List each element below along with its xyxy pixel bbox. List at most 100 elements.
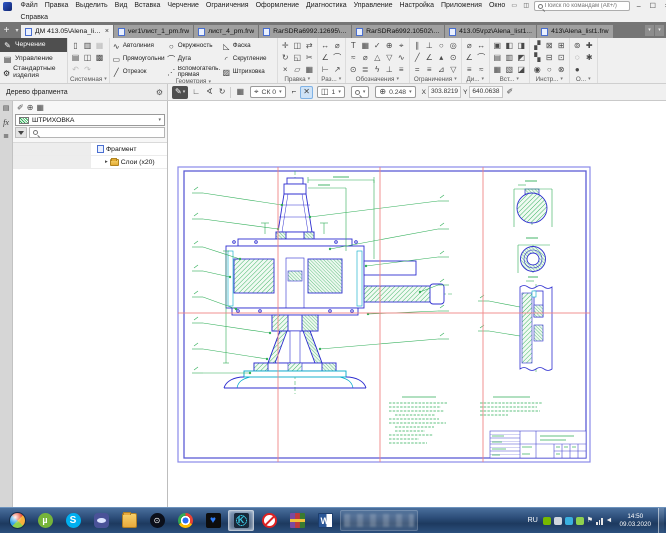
fragment-tree-icon[interactable]: ▤ <box>1 103 12 114</box>
current-style-button[interactable]: ✎ ▾ <box>172 85 189 99</box>
ribbon-tool[interactable]: ○ Окружность <box>167 40 220 52</box>
move-icon[interactable]: ✛ <box>280 40 291 51</box>
insert-table-icon[interactable]: ▦ <box>492 64 503 75</box>
close-button[interactable]: × <box>660 1 666 12</box>
measure-distance-icon[interactable]: ↔ <box>476 40 487 51</box>
align-tool-icon[interactable]: ⊡ <box>556 52 567 63</box>
insert-local-fragment-icon[interactable]: ◨ <box>516 40 527 51</box>
insert-layout-icon[interactable]: ◩ <box>516 52 527 63</box>
tree-row-fragment[interactable]: Фрагмент <box>13 143 167 156</box>
skype-taskbar-button[interactable]: S <box>60 510 86 531</box>
wavy-line-icon[interactable]: ≈ <box>348 52 359 63</box>
equal-constraint-icon[interactable]: = <box>412 64 423 75</box>
kompas-taskbar-button[interactable]: K <box>228 510 254 531</box>
measure-area-icon[interactable]: ≡ <box>464 64 475 75</box>
diameter-sign-icon[interactable]: ⌀ <box>360 52 371 63</box>
grid-toggle-button[interactable]: ▦ <box>234 86 246 99</box>
document-tab[interactable]: ver1\лист_1_pm.frw <box>114 25 194 38</box>
menu-item[interactable]: Оформление <box>252 0 302 12</box>
report-tool-icon[interactable]: ⊚ <box>572 40 583 51</box>
language-indicator[interactable]: RU <box>526 517 540 524</box>
menu-item[interactable]: Вставка <box>131 0 164 12</box>
gear-icon[interactable]: ⚙ <box>156 88 163 97</box>
tab-scroll-button[interactable]: ▾ <box>645 25 654 36</box>
nvidia-tray-icon[interactable] <box>542 516 551 525</box>
ortho-drawing-toggle[interactable]: ✕ <box>300 85 313 99</box>
ribbon-group-label[interactable]: Ди... ▾ <box>464 75 487 83</box>
ribbon-tool[interactable]: ◺ Фаска <box>222 40 275 52</box>
blur-taskbar-button[interactable] <box>340 510 418 531</box>
screen-layout-icon[interactable]: ◫ <box>521 1 532 11</box>
expand-caret-icon[interactable]: ▸ <box>105 159 108 165</box>
tree-search-field[interactable] <box>29 127 165 138</box>
menu-item[interactable]: Диагностика <box>303 0 351 12</box>
redo-icon[interactable]: ↷ <box>82 64 93 75</box>
document-tab[interactable]: лист_4_pm.frw <box>194 25 259 38</box>
ribbon-group-label[interactable]: Геометрия ▾ <box>112 78 275 83</box>
blocked-taskbar-button[interactable] <box>256 510 282 531</box>
utorrent-taskbar-button[interactable]: µ <box>32 510 58 531</box>
ribbon-group-label[interactable]: Обозначения ▾ <box>348 75 407 83</box>
copy-icon[interactable]: ◫ <box>292 40 303 51</box>
zoom-value-combo[interactable]: ⊕ 0.248 ▾ <box>375 86 416 98</box>
vertical-constraint-icon[interactable]: ▽ <box>448 64 459 75</box>
delete-icon[interactable]: × <box>280 64 291 75</box>
ribbon-group-label[interactable]: Инстр... ▾ <box>532 75 567 83</box>
drawing-canvas[interactable] <box>168 101 666 507</box>
menu-item[interactable]: Настройка <box>396 0 437 12</box>
probe-tool-icon[interactable]: ○ <box>544 64 555 75</box>
tree-row-layers[interactable]: ▸ Слои (x20) <box>13 156 167 169</box>
perpendicular-sign-icon[interactable]: ⊥ <box>384 64 395 75</box>
horizontal-constraint-icon[interactable]: ⊿ <box>436 64 447 75</box>
add-layer-icon[interactable]: ⊕ <box>27 103 34 112</box>
layers-list-icon[interactable]: ≣ <box>1 131 12 142</box>
angular-dimension-icon[interactable]: ∠ <box>320 52 331 63</box>
menu-item[interactable]: Справка <box>17 12 51 22</box>
check-curve-icon[interactable]: ≈ <box>476 64 487 75</box>
tree-search-input[interactable] <box>38 129 161 136</box>
concentric-constraint-icon[interactable]: ◎ <box>448 40 459 51</box>
menu-item[interactable]: Вид <box>111 0 131 12</box>
network-tray-icon[interactable] <box>596 517 603 525</box>
datum-icon[interactable]: ⊕ <box>384 40 395 51</box>
ribbon-group-label[interactable]: Раз... ▾ <box>320 75 343 83</box>
angle-constraint-icon[interactable]: ∠ <box>424 52 435 63</box>
weld-sign-icon[interactable]: ▽ <box>384 52 395 63</box>
add-tool-icon[interactable]: ✚ <box>584 40 595 51</box>
start-taskbar-button[interactable] <box>4 510 30 531</box>
document-tab[interactable]: 413\Alena_list1.frw <box>537 25 613 38</box>
volume-tray-icon[interactable]: ◄ <box>606 517 613 525</box>
tab-scroll-button[interactable]: ▾ <box>655 25 664 36</box>
new-document-icon[interactable]: ▯ <box>70 40 81 51</box>
insert-picture-icon[interactable]: ▤ <box>492 52 503 63</box>
mirror-icon[interactable]: ⇄ <box>304 40 315 51</box>
linear-dimension-icon[interactable]: ↔ <box>320 40 331 51</box>
ribbon-group-label[interactable]: Вст... ▾ <box>492 75 527 83</box>
steam-taskbar-button[interactable]: ⊙ <box>144 510 170 531</box>
ribbon-tool[interactable]: ⌒ Дуга <box>167 53 220 65</box>
new-document-button[interactable]: + <box>0 24 13 38</box>
trim-icon[interactable]: ✂ <box>304 52 315 63</box>
discord-taskbar-button[interactable] <box>88 510 114 531</box>
insert-hatch-icon[interactable]: ▧ <box>504 64 515 75</box>
measure-diameter-icon[interactable]: ⌀ <box>464 40 475 51</box>
maximize-button[interactable]: ☐ <box>646 1 660 12</box>
measure-angle-icon[interactable]: ∠ <box>464 52 475 63</box>
rotate-icon[interactable]: ↻ <box>280 52 291 63</box>
pick-point-button[interactable]: ✐ <box>505 86 516 99</box>
document-tab[interactable]: ДМ 413.05\Alena_list.. × <box>21 25 113 38</box>
ribbon-group-label[interactable]: Ограничения ▾ <box>412 75 459 83</box>
app-tray-icon[interactable] <box>553 516 562 525</box>
security-tray-icon[interactable] <box>575 516 584 525</box>
explorer-taskbar-button[interactable] <box>116 510 142 531</box>
clean-tool-icon[interactable]: ⊠ <box>544 40 555 51</box>
winrar-taskbar-button[interactable] <box>284 510 310 531</box>
align-constraint-icon[interactable]: ≡ <box>424 64 435 75</box>
auto-dimension-icon[interactable]: ⊢ <box>320 64 331 75</box>
snap-perpendicular-button[interactable]: ∟ <box>190 86 202 99</box>
ribbon-group-label[interactable]: Системная ▾ <box>70 75 107 83</box>
window-layout-icon[interactable]: ▭ <box>509 1 520 11</box>
center-mark-icon[interactable]: ⌖ <box>396 40 407 51</box>
ribbon-tool[interactable]: ▭ Прямоугольник <box>112 53 164 65</box>
insert-region-icon[interactable]: ◪ <box>516 64 527 75</box>
